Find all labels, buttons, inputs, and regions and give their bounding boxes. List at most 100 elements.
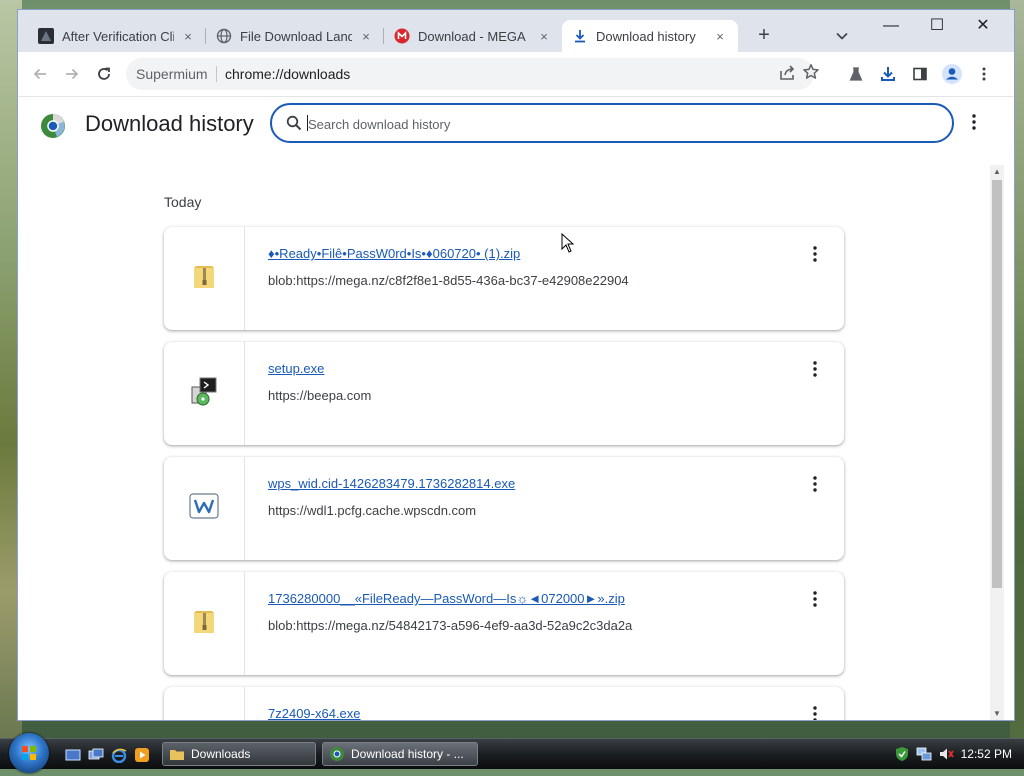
item-more-options-icon[interactable] [804, 360, 826, 384]
tab-close-icon[interactable]: × [358, 29, 374, 44]
file-icon-cell [164, 572, 245, 675]
search-download-history[interactable] [270, 103, 954, 143]
file-name-link[interactable]: 1736280000__«FileReady—PassWord—Is☼◄0720… [268, 591, 625, 606]
dark-site-icon [38, 28, 54, 44]
browser-menu-icon[interactable] [972, 62, 996, 86]
start-button[interactable] [9, 733, 49, 773]
text-caret [307, 115, 308, 131]
file-source-url[interactable]: https://wdl1.pcfg.cache.wpscdn.com [268, 503, 476, 518]
show-desktop-icon[interactable] [65, 747, 81, 763]
item-more-options-icon[interactable] [804, 245, 826, 269]
installer-icon [186, 373, 222, 409]
page-header: Download history [18, 97, 1014, 153]
app-icon [186, 718, 222, 720]
back-button[interactable] [28, 62, 52, 86]
download-item: 1736280000__«FileReady—PassWord—Is☼◄0720… [164, 572, 844, 675]
folder-zip-icon [186, 258, 222, 294]
maximize-button[interactable]: ☐ [914, 14, 960, 38]
bookmark-star-icon[interactable] [802, 63, 822, 83]
search-input[interactable] [306, 111, 910, 137]
scroll-up-arrow-icon[interactable]: ▲ [993, 167, 1001, 176]
tab-download-history[interactable]: Download history × [562, 20, 738, 52]
item-more-options-icon[interactable] [804, 475, 826, 499]
share-icon[interactable] [778, 64, 798, 84]
tab-close-icon[interactable]: × [536, 29, 552, 44]
downloads-page: Download history Today ♦•Ready•Filê•Pass… [18, 97, 1014, 720]
page-title: Download history [85, 111, 254, 136]
volume-muted-icon[interactable] [938, 746, 954, 762]
file-name-link[interactable]: 7z2409-x64.exe [268, 706, 361, 720]
tab-search-chevron-icon[interactable] [830, 24, 854, 48]
item-more-options-icon[interactable] [804, 590, 826, 614]
download-item: setup.exe https://beepa.com [164, 342, 844, 445]
system-clock[interactable]: 12:52 PM [961, 747, 1012, 761]
item-more-options-icon[interactable] [804, 705, 826, 720]
file-source-url[interactable]: blob:https://mega.nz/c8f2f8e1-8d55-436a-… [268, 273, 629, 288]
download-item: wps_wid.cid-1426283479.1736282814.exe ht… [164, 457, 844, 560]
site-chip[interactable]: Supermium [136, 58, 208, 90]
file-icon-cell [164, 457, 245, 560]
page-scrollbar[interactable]: ▲ ▼ [990, 165, 1004, 720]
browser-window: After Verification Cli × File Download L… [18, 10, 1014, 720]
tab-title: Download history [596, 28, 696, 44]
tab-download-mega[interactable]: Download - MEGA × [384, 20, 562, 52]
switch-windows-icon[interactable] [88, 747, 104, 763]
file-source-url[interactable]: https://beepa.com [268, 388, 371, 403]
scroll-down-arrow-icon[interactable]: ▼ [993, 709, 1001, 718]
tab-close-icon[interactable]: × [712, 29, 728, 44]
taskbar-button-label: Downloads [191, 747, 251, 761]
wps-office-icon [186, 488, 222, 524]
address-bar[interactable]: Supermium chrome://downloads [126, 58, 819, 90]
file-icon-cell [164, 227, 245, 330]
url-text[interactable]: chrome://downloads [225, 58, 350, 90]
side-panel-icon[interactable] [908, 62, 932, 86]
mouse-pointer-icon [561, 233, 575, 253]
close-window-button[interactable]: ✕ [960, 14, 1006, 38]
windows-logo-icon [22, 746, 36, 760]
day-label: Today [164, 194, 202, 210]
new-tab-button[interactable]: + [752, 24, 776, 48]
downloads-logo-icon [40, 113, 66, 139]
media-player-icon[interactable] [134, 747, 150, 763]
scrollbar-thumb[interactable] [992, 180, 1002, 588]
security-shield-icon[interactable] [894, 746, 910, 762]
download-item: 7z2409-x64.exe [164, 687, 844, 720]
system-tray: 12:52 PM [888, 739, 1024, 769]
folder-zip-icon [186, 603, 222, 639]
taskbar-download-history-button[interactable]: Download history - ... [322, 742, 478, 766]
taskbar-downloads-button[interactable]: Downloads [162, 742, 316, 766]
globe-icon [216, 28, 232, 44]
file-icon-cell [164, 342, 245, 445]
tab-title: After Verification Cli [62, 28, 174, 44]
search-icon [286, 115, 302, 131]
tab-close-icon[interactable]: × [180, 29, 196, 44]
tab-strip: After Verification Cli × File Download L… [18, 10, 1014, 52]
downloads-toolbar-icon[interactable] [876, 62, 900, 86]
file-icon-cell [164, 687, 245, 720]
mega-icon [394, 28, 410, 44]
tab-title: Download - MEGA [418, 28, 526, 44]
tab-after-verification[interactable]: After Verification Cli × [28, 20, 206, 52]
tab-file-download-landing[interactable]: File Download Landi × [206, 20, 384, 52]
folder-icon [169, 746, 185, 762]
taskbar-button-label: Download history - ... [351, 747, 464, 761]
browser-toolbar: Supermium chrome://downloads [18, 52, 1014, 97]
forward-button[interactable] [60, 62, 84, 86]
network-icon[interactable] [916, 746, 932, 762]
file-name-link[interactable]: ♦•Ready•Filê•PassW0rd•Is•♦060720• (1).zi… [268, 246, 520, 261]
labs-flask-icon[interactable] [844, 62, 868, 86]
profile-avatar-icon[interactable] [940, 62, 964, 86]
tab-title: File Download Landi [240, 28, 352, 44]
file-name-link[interactable]: wps_wid.cid-1426283479.1736282814.exe [268, 476, 515, 491]
reload-icon [98, 67, 110, 80]
page-more-options-icon[interactable] [964, 113, 984, 137]
browser-logo-icon [329, 746, 345, 762]
internet-explorer-icon[interactable] [111, 747, 127, 764]
windows-taskbar: Downloads Download history - ... 12:52 P… [0, 733, 1024, 773]
file-source-url[interactable]: blob:https://mega.nz/54842173-a596-4ef9-… [268, 618, 632, 633]
file-name-link[interactable]: setup.exe [268, 361, 324, 376]
minimize-button[interactable]: — [868, 14, 914, 38]
arrow-right-icon [66, 68, 79, 80]
omnibox-divider [216, 66, 217, 82]
reload-button[interactable] [92, 62, 116, 86]
